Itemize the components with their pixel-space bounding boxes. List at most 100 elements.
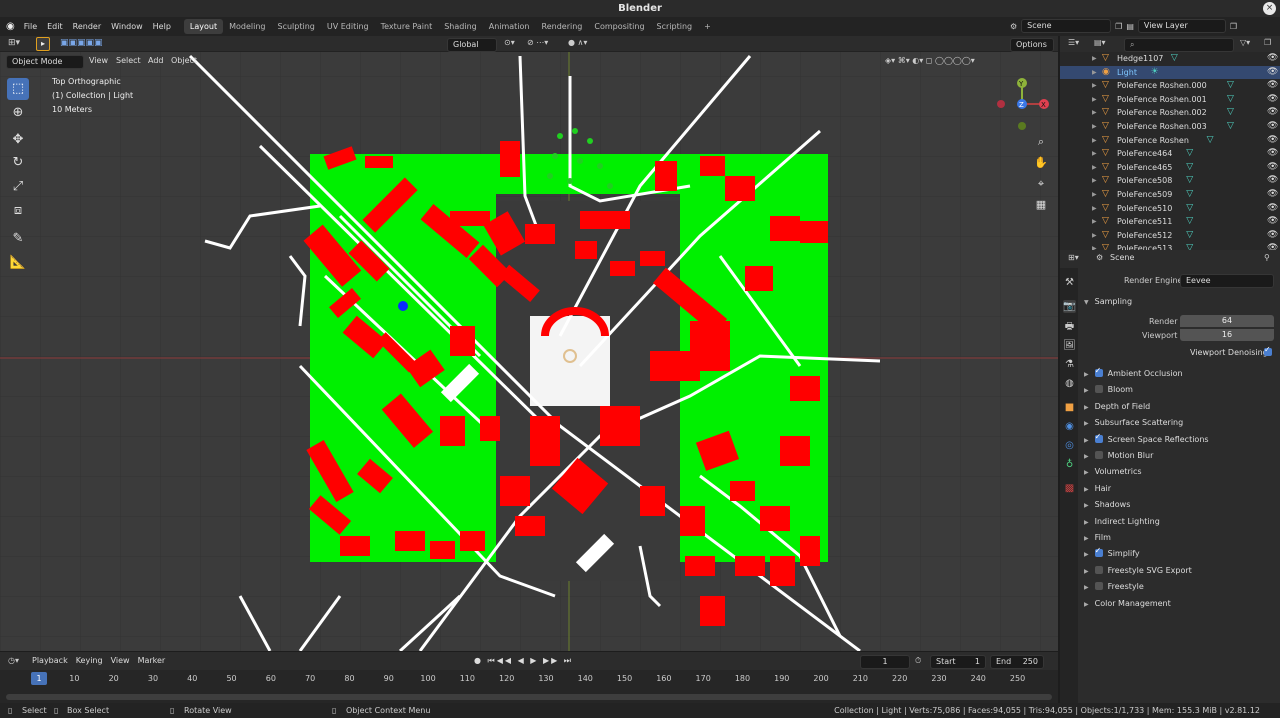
options-dropdown[interactable]: Options — [1010, 38, 1054, 52]
panel-enable-checkbox[interactable] — [1094, 546, 1103, 558]
outliner-row[interactable]: ▶ ▽ PoleFence Roshen.000 ▽ 👁 — [1060, 79, 1280, 93]
select-tool-icon[interactable]: ▸ — [36, 37, 50, 51]
viewport-samples-field[interactable]: 16 — [1180, 329, 1274, 341]
expand-arrow-icon[interactable]: ▶ — [1092, 147, 1097, 161]
tab-rendering[interactable]: Rendering — [536, 19, 589, 34]
tab-scripting[interactable]: Scripting — [651, 19, 699, 34]
filter-icon[interactable]: ▽▾ — [1240, 38, 1250, 47]
measure-tool[interactable]: 📐 — [7, 252, 29, 274]
panel-subsurface-scattering[interactable]: ▶ Subsurface Scattering — [1084, 418, 1183, 427]
outliner-row[interactable]: ▶ ▽ PoleFence465 ▽ 👁 — [1060, 161, 1280, 175]
scene-icon[interactable]: ⚙ — [1010, 22, 1017, 31]
view-layer-icon[interactable]: ▤ — [1126, 22, 1134, 31]
menu-add[interactable]: Add — [148, 56, 164, 65]
visibility-eye-icon[interactable]: 👁 — [1267, 174, 1278, 188]
collapse-arrow-icon[interactable]: ▶ — [1084, 502, 1089, 509]
move-tool[interactable]: ✥ — [7, 129, 29, 151]
collapse-arrow-icon[interactable]: ▶ — [1084, 420, 1089, 427]
panel-enable-checkbox[interactable] — [1094, 385, 1103, 394]
panel-volumetrics[interactable]: ▶ Volumetrics — [1084, 467, 1142, 476]
expand-arrow-icon[interactable]: ▶ — [1092, 229, 1097, 243]
physics-tab-icon[interactable]: ◎ — [1063, 439, 1076, 452]
collapse-arrow-icon[interactable]: ▶ — [1084, 535, 1089, 542]
panel-simplify[interactable]: ▶ Simplify — [1084, 546, 1140, 558]
panel-freestyle[interactable]: ▶ Freestyle — [1084, 582, 1144, 591]
collapse-arrow-icon[interactable]: ▶ — [1084, 404, 1089, 411]
pivot-icon[interactable]: ⊙▾ — [504, 38, 515, 47]
panel-motion-blur[interactable]: ▶ Motion Blur — [1084, 451, 1153, 460]
outliner-row[interactable]: ▶ ▽ PoleFence Roshen.003 ▽ 👁 — [1060, 120, 1280, 134]
start-frame-field[interactable]: Start 1 — [930, 655, 986, 669]
panel-enable-checkbox[interactable] — [1094, 432, 1103, 443]
collapse-arrow-icon[interactable]: ▶ — [1084, 453, 1089, 460]
visibility-eye-icon[interactable]: 👁 — [1267, 229, 1278, 243]
light-object[interactable] — [398, 301, 408, 311]
timeline-menu-marker[interactable]: Marker — [136, 654, 168, 668]
menu-select[interactable]: Select — [116, 56, 141, 65]
tool-tab-icon[interactable]: ⚒ — [1063, 276, 1076, 289]
panel-bloom[interactable]: ▶ Bloom — [1084, 385, 1133, 394]
visibility-icons[interactable]: ◈▾ ⌘▾ ◐▾ ◻ ◯◯◯◯▾ — [885, 56, 975, 65]
panel-depth-of-field[interactable]: ▶ Depth of Field — [1084, 402, 1150, 411]
expand-arrow-icon[interactable]: ▶ — [1092, 188, 1097, 202]
tab-texture-paint[interactable]: Texture Paint — [375, 19, 439, 34]
outliner-row[interactable]: ▶ ▽ PoleFence512 ▽ 👁 — [1060, 229, 1280, 243]
menu-file[interactable]: File — [19, 17, 42, 36]
sampling-header[interactable]: ▼ Sampling — [1084, 297, 1132, 306]
panel-screen-space-reflections[interactable]: ▶ Screen Space Reflections — [1084, 432, 1209, 444]
camera-icon[interactable]: ⌖ — [1032, 175, 1050, 193]
visibility-eye-icon[interactable]: 👁 — [1267, 93, 1278, 107]
add-workspace-button[interactable]: + — [698, 19, 717, 34]
expand-arrow-icon[interactable]: ▶ — [1092, 79, 1097, 93]
visibility-eye-icon[interactable]: 👁 — [1267, 202, 1278, 216]
visibility-eye-icon[interactable]: 👁 — [1267, 52, 1278, 66]
visibility-eye-icon[interactable]: 👁 — [1267, 79, 1278, 93]
expand-arrow-icon[interactable]: ▶ — [1092, 174, 1097, 188]
visibility-eye-icon[interactable]: 👁 — [1267, 147, 1278, 161]
collapse-arrow-icon[interactable]: ▶ — [1084, 568, 1089, 575]
timeline-type-icon[interactable]: ◷▾ — [8, 656, 19, 665]
expand-arrow-icon[interactable]: ▶ — [1092, 242, 1097, 250]
visibility-eye-icon[interactable]: 👁 — [1267, 242, 1278, 250]
panel-ambient-occlusion[interactable]: ▶ Ambient Occlusion — [1084, 366, 1183, 378]
collapse-arrow-icon[interactable]: ▶ — [1084, 437, 1089, 444]
timeline[interactable]: ◷▾ Playback Keying View Marker ● ⏮◀◀ ◀ ▶ ▶▶… — [0, 652, 1058, 708]
timeline-menu-playback[interactable]: Playback — [30, 654, 70, 668]
current-frame-field[interactable]: 1 — [860, 655, 910, 669]
outliner-row[interactable]: ▶ ▽ PoleFence508 ▽ 👁 — [1060, 174, 1280, 188]
tab-shading[interactable]: Shading — [438, 19, 483, 34]
annotate-tool[interactable]: ✎ — [7, 228, 29, 250]
ortho-grid-icon[interactable]: ▦ — [1032, 196, 1050, 214]
texture-tab-icon[interactable]: ▩ — [1063, 482, 1076, 495]
pin-icon[interactable]: ⚲ — [1264, 253, 1270, 262]
visibility-eye-icon[interactable]: 👁 — [1267, 66, 1278, 80]
select-mode-icons[interactable]: ▣▣▣▣▣ — [60, 38, 103, 48]
tab-animation[interactable]: Animation — [483, 19, 536, 34]
outliner-row[interactable]: ▶ ▽ PoleFence Roshen ▽ 👁 — [1060, 134, 1280, 148]
outliner-row[interactable]: ▶ ▽ Hedge1107 ▽ 👁 — [1060, 52, 1280, 66]
panel-enable-checkbox[interactable] — [1094, 565, 1103, 574]
outliner-row[interactable]: ▶ ▽ PoleFence513 ▽ 👁 — [1060, 242, 1280, 250]
collapse-arrow-icon[interactable]: ▶ — [1084, 601, 1089, 608]
outliner-row[interactable]: ▶ ◉ Light ☀ 👁 — [1060, 65, 1280, 80]
panel-indirect-lighting[interactable]: ▶ Indirect Lighting — [1084, 517, 1160, 526]
panel-enable-checkbox[interactable] — [1094, 451, 1103, 459]
transform-orientation[interactable]: Global — [447, 38, 497, 52]
snap-icon[interactable]: ⊘ ⋯▾ — [527, 38, 548, 47]
outliner-row[interactable]: ▶ ▽ PoleFence Roshen.002 ▽ 👁 — [1060, 106, 1280, 120]
visibility-eye-icon[interactable]: 👁 — [1267, 188, 1278, 202]
new-view-layer-icon[interactable]: ❐ — [1230, 22, 1237, 31]
view-layer-tab-icon[interactable]: 🖼 — [1063, 339, 1076, 352]
expand-arrow-icon[interactable]: ▶ — [1092, 52, 1097, 66]
view-layer-selector[interactable]: View Layer — [1137, 19, 1226, 33]
outliner-row[interactable]: ▶ ▽ PoleFence509 ▽ 👁 — [1060, 188, 1280, 202]
visibility-eye-icon[interactable]: 👁 — [1267, 134, 1278, 148]
outliner[interactable]: ☰▾ ▤▾ ⌕ ▽▾ ❐ ▶ ▽ Hedge1107 ▽ 👁 ▶ ◉ Light ☀ 👁 ▶ ▽ Pol… — [1060, 36, 1280, 250]
scene-canvas[interactable]: Y X Z — [0, 36, 1058, 651]
transform-tool[interactable]: ⧈ — [7, 200, 29, 222]
world-tab-icon[interactable]: ◍ — [1063, 377, 1076, 390]
end-frame-field[interactable]: End 250 — [990, 655, 1044, 669]
collapse-arrow-icon[interactable]: ▶ — [1084, 469, 1089, 476]
expand-arrow-icon[interactable]: ▶ — [1092, 134, 1097, 148]
menu-object[interactable]: Object — [171, 56, 197, 65]
